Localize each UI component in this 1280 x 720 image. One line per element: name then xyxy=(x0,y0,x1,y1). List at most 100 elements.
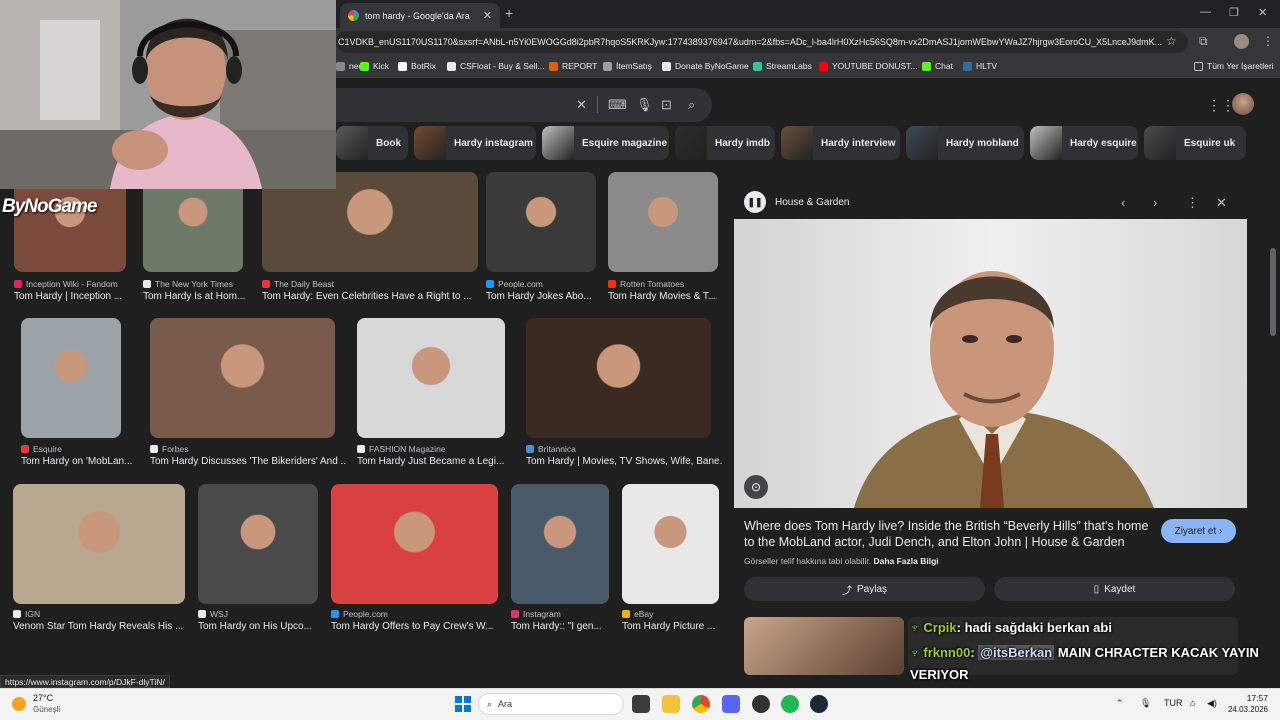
search-icon[interactable]: ⌕ xyxy=(688,97,695,113)
result-caption[interactable]: Tom Hardy | Inception ... xyxy=(14,291,122,302)
visual-search-icon[interactable]: ⊙ xyxy=(744,475,768,499)
result-caption[interactable]: Tom Hardy:: "I gen... xyxy=(511,621,602,632)
extensions-icon[interactable]: ⧉ xyxy=(1199,34,1208,49)
search-chip[interactable]: Hardy esquire xyxy=(1030,126,1138,160)
result-caption[interactable]: Tom Hardy | Movies, TV Shows, Wife, Bane… xyxy=(526,456,723,467)
search-chip[interactable]: Hardy imdb xyxy=(675,126,775,160)
network-icon[interactable]: ⌂ xyxy=(1190,698,1195,708)
result-image[interactable] xyxy=(331,484,498,604)
keyboard-icon[interactable]: ⌨ xyxy=(608,97,627,113)
result-image[interactable] xyxy=(13,484,185,604)
preview-title[interactable]: Where does Tom Hardy live? Inside the Br… xyxy=(744,518,1154,550)
result-caption[interactable]: Tom Hardy on 'MobLan... xyxy=(21,456,132,467)
preview-source[interactable]: House & Garden xyxy=(775,197,850,208)
more-options-icon[interactable]: ⋮ xyxy=(1186,195,1199,211)
pause-icon[interactable]: ❚❚ xyxy=(744,191,766,213)
chrome-menu-icon[interactable]: ⋮ xyxy=(1262,34,1274,48)
bookmark-item[interactable]: Kick xyxy=(360,61,389,71)
result-source[interactable]: eBay xyxy=(622,609,653,619)
all-bookmarks-folder[interactable]: Tüm Yer İşaretleri xyxy=(1194,61,1274,71)
result-image[interactable] xyxy=(357,318,505,438)
result-caption[interactable]: Tom Hardy: Even Celebrities Have a Right… xyxy=(262,291,472,302)
result-caption[interactable]: Tom Hardy Just Became a Legi... xyxy=(357,456,504,467)
search-chip[interactable]: Esquire uk xyxy=(1144,126,1246,160)
task-view-icon[interactable] xyxy=(632,695,650,713)
result-caption[interactable]: Tom Hardy on His Upco... xyxy=(198,621,312,632)
spotify-icon[interactable] xyxy=(781,695,799,713)
search-chip[interactable]: Hardy interview xyxy=(781,126,900,160)
new-tab-button[interactable]: + xyxy=(505,5,513,21)
result-source[interactable]: Rotten Tomatoes xyxy=(608,279,684,289)
result-source[interactable]: People.com xyxy=(331,609,388,619)
search-chip[interactable]: Book xyxy=(336,126,408,160)
result-caption[interactable]: Tom Hardy Is at Hom... xyxy=(143,291,245,302)
close-window-icon[interactable]: ✕ xyxy=(1258,6,1267,19)
taskbar-search[interactable]: ⌕ Ara xyxy=(478,693,624,715)
result-image[interactable] xyxy=(150,318,335,438)
search-chip[interactable]: Hardy instagram xyxy=(414,126,536,160)
result-caption[interactable]: Tom Hardy Jokes Abo... xyxy=(486,291,592,302)
google-account-avatar[interactable] xyxy=(1232,93,1254,115)
next-image-icon[interactable]: › xyxy=(1153,195,1157,210)
result-caption[interactable]: Tom Hardy Offers to Pay Crew's W... xyxy=(331,621,493,632)
bookmark-item[interactable]: REPORT xyxy=(549,61,597,71)
bookmark-item[interactable]: YOUTUBE DONUST... xyxy=(819,61,917,71)
result-source[interactable]: Britannica xyxy=(526,444,576,454)
result-caption[interactable]: Tom Hardy Discusses 'The Bikeriders' And… xyxy=(150,456,347,467)
discord-icon[interactable] xyxy=(722,695,740,713)
obs-icon[interactable] xyxy=(752,695,770,713)
lens-icon[interactable]: ⊡ xyxy=(661,97,672,113)
bookmark-item[interactable]: Chat xyxy=(922,61,953,71)
close-preview-icon[interactable]: ✕ xyxy=(1216,195,1227,211)
tab-google-search[interactable]: tom hardy - Google'da Ara ✕ xyxy=(340,3,500,28)
result-caption[interactable]: Tom Hardy Picture ... xyxy=(622,621,715,632)
weather-temp[interactable]: 27°C xyxy=(33,693,53,703)
save-button[interactable]: ▯ Kaydet xyxy=(994,577,1235,601)
result-source[interactable]: Forbes xyxy=(150,444,188,454)
windows-start-icon[interactable] xyxy=(455,696,471,712)
visit-button[interactable]: Ziyaret et › xyxy=(1161,519,1236,543)
clock-time[interactable]: 17:57 xyxy=(1228,693,1268,703)
restore-icon[interactable]: ❐ xyxy=(1229,6,1239,19)
result-source[interactable]: People.com xyxy=(486,279,543,289)
previous-image-icon[interactable]: ‹ xyxy=(1121,195,1125,210)
result-caption[interactable]: Venom Star Tom Hardy Reveals His ... xyxy=(13,621,183,632)
result-source[interactable]: Esquire xyxy=(21,444,62,454)
steam-icon[interactable] xyxy=(810,695,828,713)
result-source[interactable]: IGN xyxy=(13,609,40,619)
bookmark-item[interactable]: CSFloat - Buy & Sell... xyxy=(447,61,545,71)
result-caption[interactable]: Tom Hardy Movies & T... xyxy=(608,291,716,302)
bookmark-item[interactable]: BotRix xyxy=(398,61,436,71)
learn-more-link[interactable]: Daha Fazla Bilgi xyxy=(873,556,938,566)
result-image[interactable] xyxy=(511,484,609,604)
result-image[interactable] xyxy=(622,484,719,604)
minimize-icon[interactable]: ― xyxy=(1200,6,1211,18)
result-image[interactable] xyxy=(608,172,718,272)
result-image[interactable] xyxy=(486,172,596,272)
weather-sun-icon[interactable] xyxy=(12,697,26,711)
result-source[interactable]: WSJ xyxy=(198,609,228,619)
language-indicator[interactable]: TUR xyxy=(1164,698,1183,708)
result-source[interactable]: Inception Wiki - Fandom xyxy=(14,279,118,289)
search-box[interactable] xyxy=(336,88,712,122)
result-image[interactable] xyxy=(526,318,711,438)
result-source[interactable]: The New York Times xyxy=(143,279,233,289)
tray-mic-icon[interactable]: 🎙 xyxy=(1140,698,1151,709)
microphone-icon[interactable]: 🎙 xyxy=(636,97,653,113)
bookmark-star-icon[interactable]: ☆ xyxy=(1166,34,1177,48)
result-image[interactable] xyxy=(21,318,121,438)
result-source[interactable]: Instagram xyxy=(511,609,561,619)
page-scrollbar[interactable] xyxy=(1270,248,1276,336)
bookmark-item[interactable]: Donate ByNoGame xyxy=(662,61,749,71)
result-image[interactable] xyxy=(198,484,318,604)
bookmark-item[interactable]: HLTV xyxy=(963,61,997,71)
bookmark-item[interactable]: StreamLabs xyxy=(753,61,812,71)
tray-chevron-icon[interactable]: ⌃ xyxy=(1116,698,1124,709)
close-tab-icon[interactable]: ✕ xyxy=(483,9,492,22)
chrome-taskbar-icon[interactable] xyxy=(692,695,710,713)
result-source[interactable]: The Daily Beast xyxy=(262,279,334,289)
chrome-profile-avatar[interactable] xyxy=(1234,34,1249,49)
preview-image[interactable] xyxy=(734,219,1247,508)
clear-search-icon[interactable]: ✕ xyxy=(576,97,587,113)
share-button[interactable]: ⤴ Paylaş xyxy=(744,577,985,601)
